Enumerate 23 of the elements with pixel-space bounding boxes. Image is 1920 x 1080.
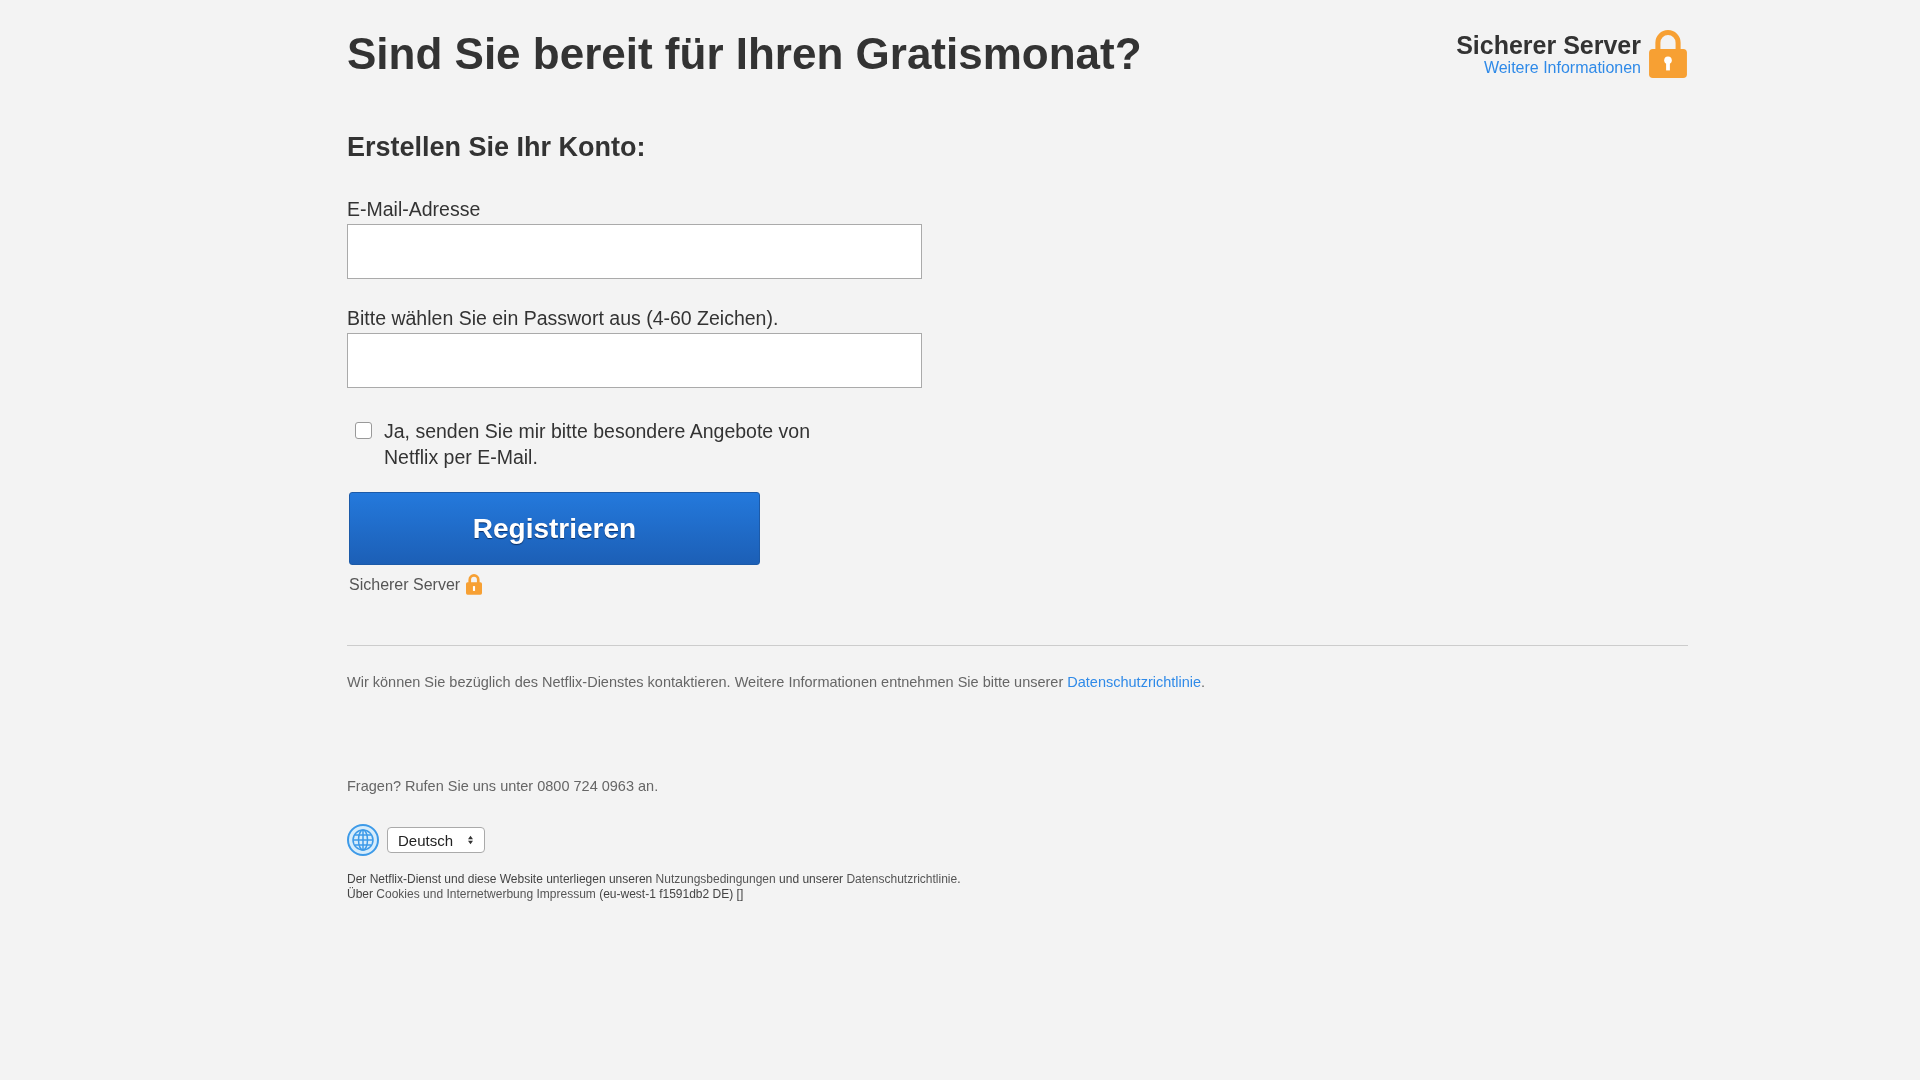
footer-text: Über Cookies und Internetwerbung Impressum (eu-west-1 f1591db2 DE) []	[347, 887, 745, 902]
privacy-notice: Wir können Sie bezüglich des Netflix-Dienstes kontaktieren. Weitere Informationen entnehmen Sie bitte unserer Datenschutzrichtlinie.	[347, 674, 1207, 690]
footer-link[interactable]: Impressum	[536, 887, 596, 901]
secure-server-label: Sicherer Server	[1456, 31, 1641, 59]
field-label: Bitte wählen Sie ein Passwort aus (4-60 Zeichen).	[347, 307, 780, 329]
checkbox-label: Ja, senden Sie mir bitte besondere Angebote von Netflix per E-Mail.	[384, 419, 812, 470]
footer-link[interactable]: Nutzungsbedingungen	[655, 872, 776, 886]
footer-link[interactable]: Cookies und Internetwerbung	[376, 887, 534, 901]
lock-icon	[1649, 30, 1687, 78]
contact-text: Fragen? Rufen Sie uns unter 0800 724 0963 an.	[347, 778, 660, 794]
lock-icon	[466, 574, 483, 595]
form-heading: Erstellen Sie Ihr Konto:	[347, 131, 647, 164]
register-button[interactable]: Registrieren	[349, 492, 760, 565]
input-field[interactable]	[347, 224, 922, 279]
offers-checkbox[interactable]	[355, 422, 372, 439]
secure-server-note: Sicherer Server	[349, 575, 461, 594]
globe-icon	[347, 824, 379, 856]
language-select[interactable]: Deutsch	[387, 827, 486, 853]
footer-text: Der Netflix-Dienst und diese Website unterliegen unseren Nutzungsbedingungen und unserer Datenschutzrichtlinie.	[347, 872, 962, 887]
input-field[interactable]	[347, 333, 922, 388]
field-label: E-Mail-Adresse	[347, 198, 482, 220]
up-down-arrows-icon	[467, 835, 475, 845]
page-title: Sind Sie bereit für Ihren Gratismonat?	[347, 28, 1142, 80]
